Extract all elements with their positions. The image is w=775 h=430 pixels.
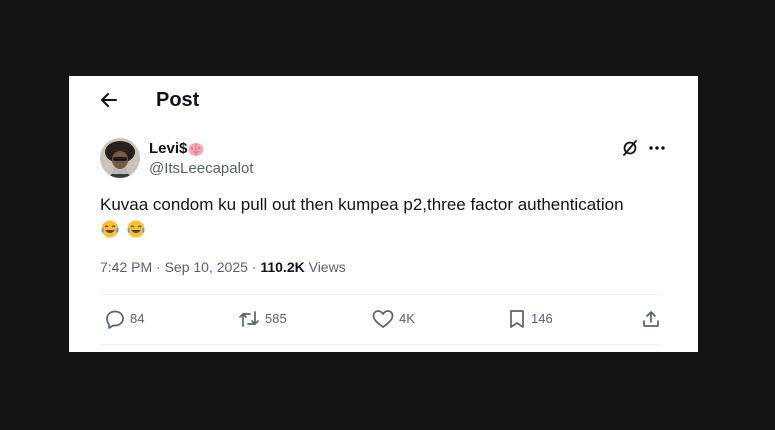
repost-count: 585 xyxy=(265,311,287,326)
share-button[interactable] xyxy=(641,308,661,330)
repost-icon xyxy=(239,311,259,327)
post-time[interactable]: 7:42 PM xyxy=(100,259,152,275)
views-count: 110.2K xyxy=(260,259,305,275)
tears-of-joy-emoji-icon xyxy=(127,220,145,238)
reply-count: 84 xyxy=(130,311,145,326)
repost-button[interactable]: 585 xyxy=(238,308,287,330)
reply-button[interactable]: 84 xyxy=(105,308,144,330)
avatar[interactable] xyxy=(100,138,140,178)
meta-separator: · xyxy=(247,259,261,275)
back-button[interactable] xyxy=(99,90,123,110)
divider xyxy=(100,344,662,345)
heart-icon xyxy=(372,310,394,328)
reply-icon xyxy=(106,310,124,329)
bookmark-count: 146 xyxy=(531,311,553,326)
more-options-button[interactable] xyxy=(647,139,667,157)
author-handle[interactable]: @ItsLeecapalot xyxy=(149,160,253,178)
bookmark-button[interactable]: 146 xyxy=(508,308,553,330)
arrow-left-icon xyxy=(101,93,117,107)
like-button[interactable]: 4K xyxy=(372,308,415,330)
author-display-name[interactable]: Levi$ xyxy=(149,140,187,158)
post-date[interactable]: Sep 10, 2025 xyxy=(165,259,248,275)
grok-button[interactable] xyxy=(621,139,639,157)
meta-separator: · xyxy=(152,259,165,275)
share-icon xyxy=(643,311,659,327)
avatar-image xyxy=(100,138,140,178)
more-dots-icon xyxy=(649,146,665,150)
divider xyxy=(100,294,662,295)
post-text: Kuvaa condom ku pull out then kumpea p2,… xyxy=(100,195,624,214)
bookmark-icon xyxy=(510,310,524,328)
post-emojis xyxy=(100,219,148,241)
like-count: 4K xyxy=(399,311,415,326)
brain-emoji-icon xyxy=(188,143,204,156)
views-label: Views xyxy=(308,259,346,275)
page-title: Post xyxy=(156,89,200,111)
tears-of-joy-emoji-icon xyxy=(101,220,119,238)
post-card: Post Levi$ @ItsLeecapalot Kuvaa condom k… xyxy=(69,76,698,352)
post-header: Post xyxy=(69,76,698,126)
grok-icon xyxy=(623,140,637,156)
post-meta: 7:42 PM · Sep 10, 2025 · 110.2K Views xyxy=(100,258,346,276)
